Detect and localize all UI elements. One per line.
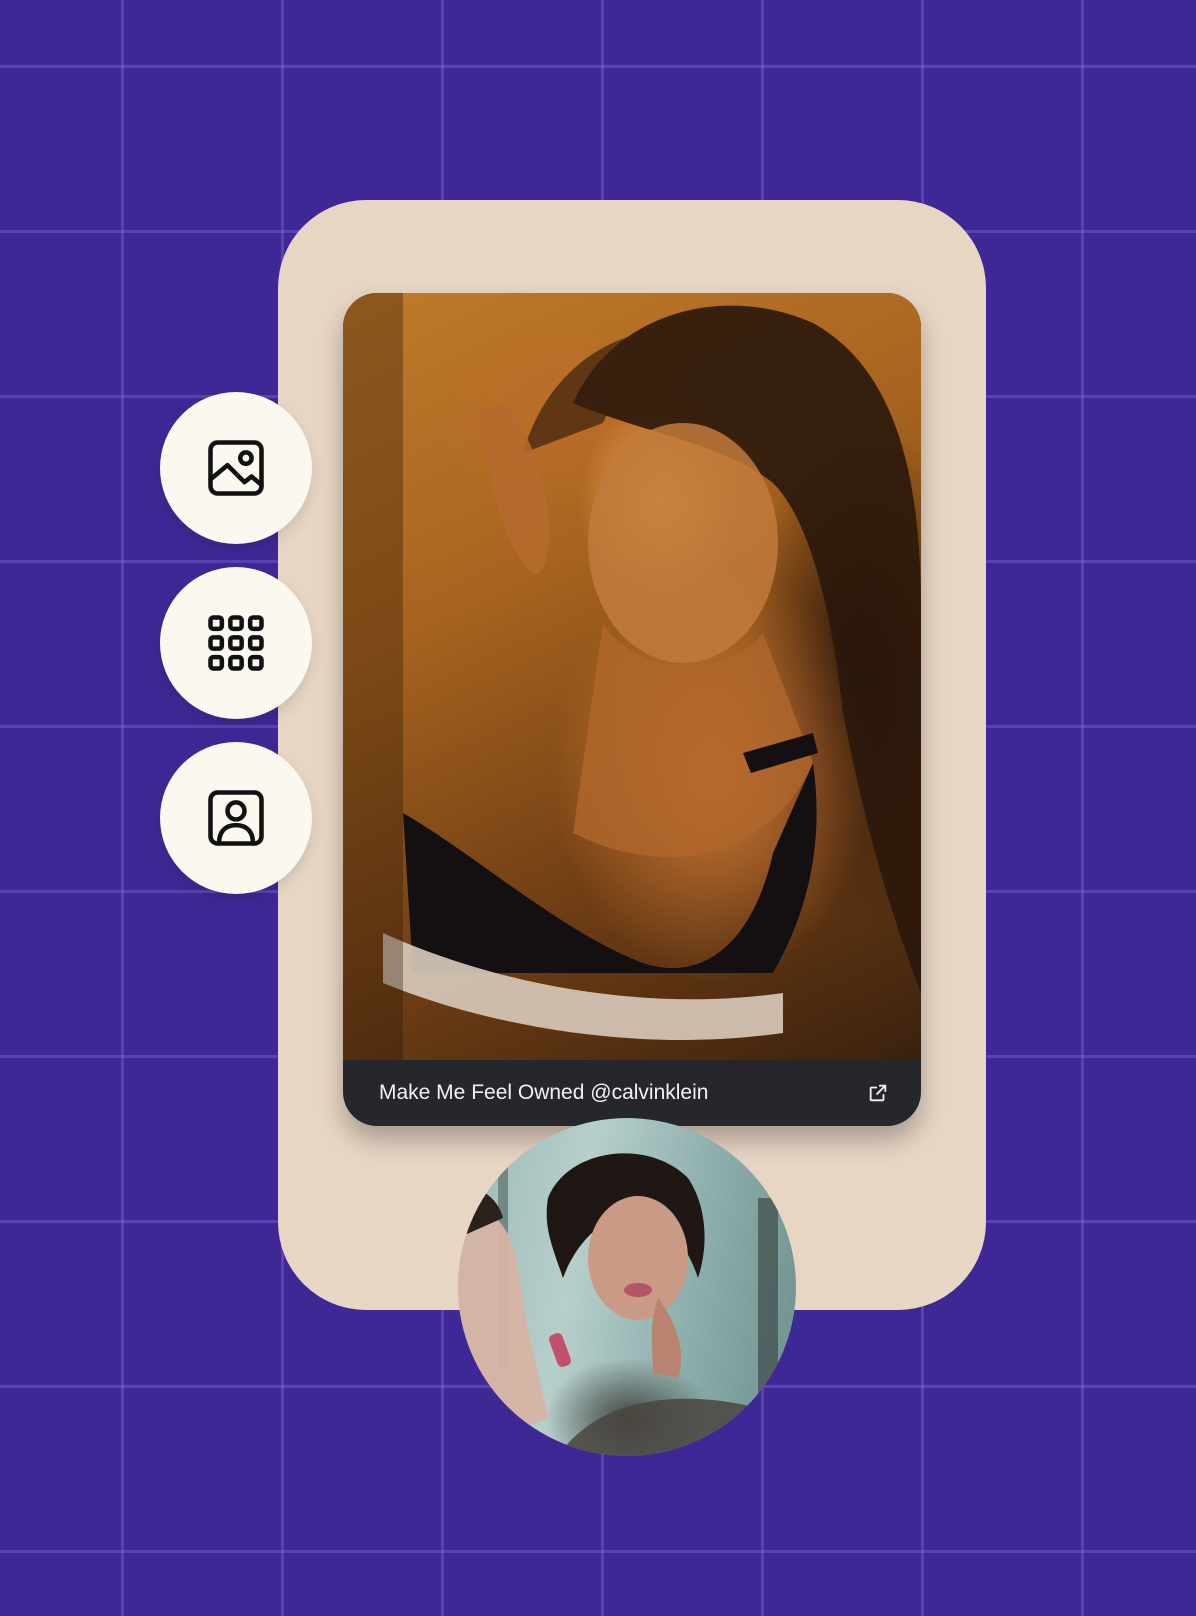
- grid-icon: [208, 615, 264, 671]
- image-view-button[interactable]: [160, 392, 312, 544]
- caption-bar: Make Me Feel Owned @calvinklein: [343, 1060, 921, 1126]
- external-link-icon[interactable]: [867, 1082, 889, 1104]
- portrait-icon: [208, 790, 264, 846]
- profile-view-button[interactable]: [160, 742, 312, 894]
- post-photo: [343, 293, 921, 1060]
- grid-view-button[interactable]: [160, 567, 312, 719]
- post-caption: Make Me Feel Owned @calvinklein: [379, 1081, 709, 1104]
- image-icon: [208, 440, 264, 496]
- featured-post-card[interactable]: Make Me Feel Owned @calvinklein: [343, 293, 921, 1126]
- profile-avatar[interactable]: [458, 1118, 796, 1456]
